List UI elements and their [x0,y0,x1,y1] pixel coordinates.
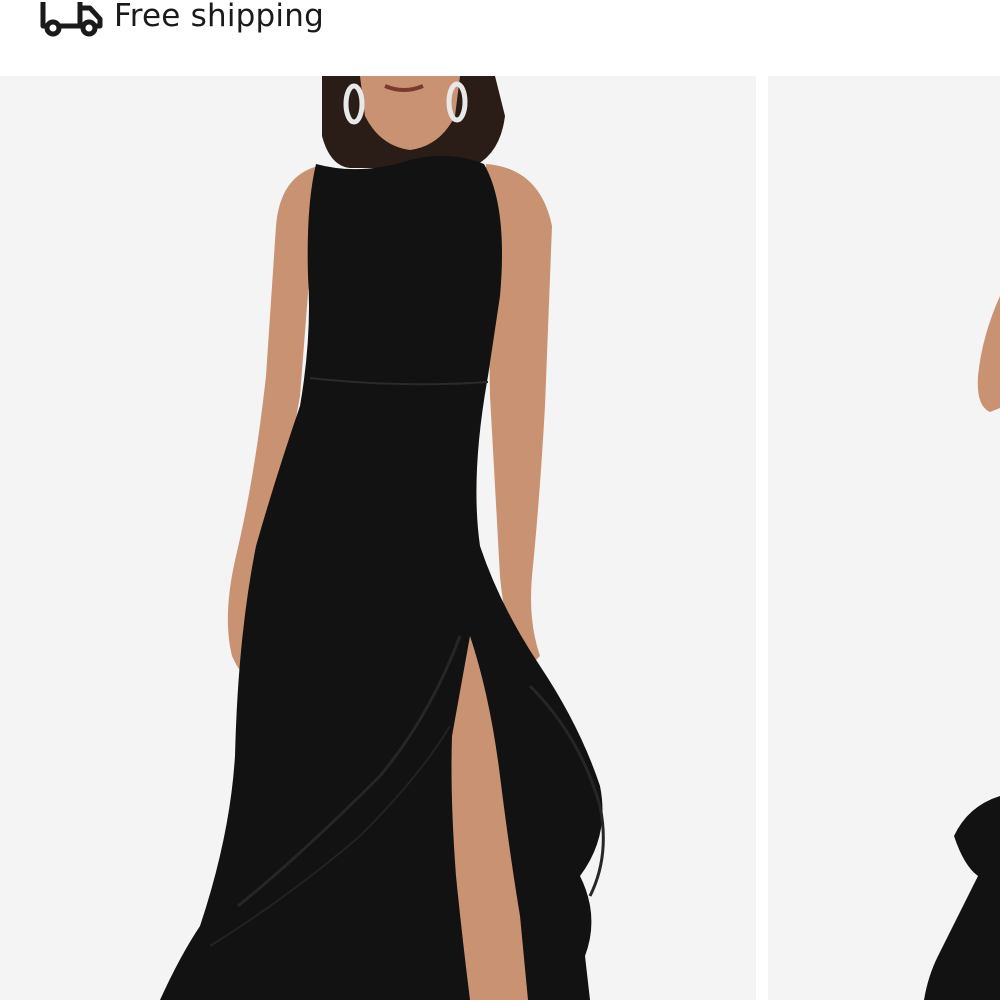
image-gallery[interactable] [0,76,1000,1000]
truck-icon [40,0,104,38]
shipping-banner: Free shipping [0,0,1000,76]
product-page: Free shipping [0,0,1000,1000]
product-image-main[interactable] [0,76,756,1000]
product-image-next[interactable] [768,76,1000,1000]
shipping-label: Free shipping [114,0,324,34]
